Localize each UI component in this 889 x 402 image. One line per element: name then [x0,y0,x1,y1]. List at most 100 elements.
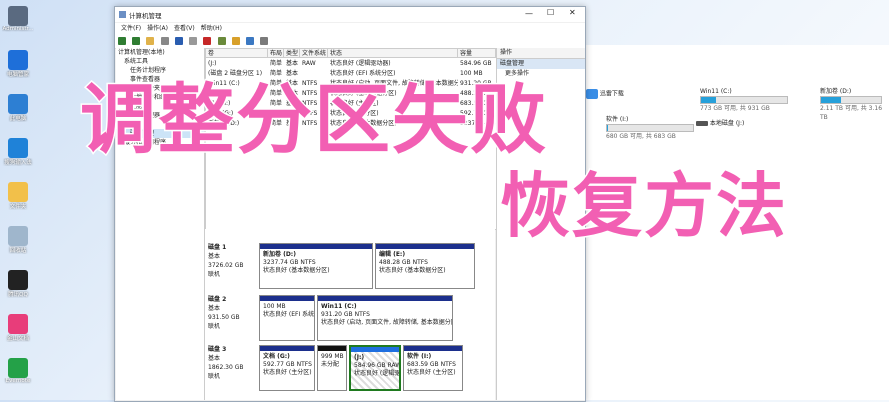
disk-label[interactable]: 磁盘 1 基本 3726.02 GB 联机 [208,243,256,279]
menu-item[interactable]: 文件(F) [121,23,141,34]
partition-size: 584.96 GB RAW [354,362,401,369]
desktop-icon-label: 文件夹 [9,204,27,210]
partition-status: 状态良好 (基本数据分区) [379,267,446,274]
disk-map: 磁盘 1 基本 3726.02 GB 联机 新加卷 (D:) 3237.74 GB NTF… [205,229,495,400]
column-header[interactable]: 布局 [268,49,284,58]
partition-status: 未分配 [321,361,340,368]
back-icon[interactable] [118,37,126,45]
partition-name: (J:) [354,354,365,361]
desktop-icon[interactable]: Administr... [2,6,34,32]
drive-xunlei[interactable]: 迅雷下载 [586,89,624,99]
desktop-icon-label: Administr... [2,26,34,32]
usage-bar [700,96,788,104]
disk-label[interactable]: 磁盘 3 基本 1862.30 GB 联机 [208,345,256,381]
disk-name: 磁盘 2 [208,296,227,303]
this-pc-icon [8,94,28,114]
usage-bar [820,96,882,104]
drive-label: 新加卷 (D:) [820,88,852,95]
refresh-icon[interactable] [246,37,255,45]
disk-type: 基本 [208,305,221,312]
disk-size: 931.50 GB [208,314,240,321]
partition-block[interactable]: 新加卷 (D:) 3237.74 GB NTFS 状态良好 (基本数据分区) [259,243,373,289]
partition-block[interactable]: Win11 (C:) 931.20 GB NTFS 状态良好 (启动, 页面文件, … [317,295,453,341]
disk-name: 磁盘 3 [208,346,227,353]
partition-size: 683.59 GB NTFS [407,361,456,368]
desktop-icon[interactable]: 此电脑 [2,94,34,122]
layout-icon[interactable] [260,37,269,45]
desktop-icon[interactable]: 搜狗输入法 [2,138,34,166]
column-header[interactable]: 文件系统 [300,49,328,58]
desktop-icon[interactable]: 金山文档 [2,314,34,342]
drive-label: Win11 (C:) [700,88,732,95]
partition-block[interactable]: 软件 (I:) 683.59 GB NTFS 状态良好 (主分区) [403,345,463,391]
recycle-bin-icon [8,226,28,246]
kdocs-icon [8,314,28,334]
drive-d[interactable]: 新加卷 (D:) 2.11 TB 可用, 共 3.16 TB [820,87,889,122]
folder-icon [8,182,28,202]
desktop-icon[interactable]: 文件夹 [2,182,34,210]
menu-item[interactable]: 查看(V) [174,23,195,34]
hdd-icon [696,121,708,126]
partition-status: 状态良好 (逻辑驱动 [354,370,401,377]
properties-icon[interactable] [160,37,169,45]
export-icon[interactable] [231,37,240,45]
desktop-icon-label: 此电脑 [9,116,27,122]
partition-size: 488.28 GB NTFS [379,259,428,266]
partition-status: 状态良好 (主分区) [263,369,312,376]
partition-block[interactable]: 100 MB 状态良好 (EFI 系统分 [259,295,315,341]
close-button[interactable]: ✕ [569,8,576,17]
app-icon [119,11,126,18]
column-header[interactable]: 类型 [284,49,300,58]
sogou-icon [8,138,28,158]
forward-icon[interactable] [132,37,141,45]
partition-block[interactable]: 文档 (G:) 592.77 GB NTFS 状态良好 (主分区) [259,345,315,391]
headline-line-1: 调整分区失败 [79,74,548,166]
checkmark-icon[interactable] [217,37,226,45]
desktop-icon[interactable]: 腾讯QQ [2,270,34,298]
help-icon[interactable] [174,37,183,45]
folder-up-icon[interactable] [146,37,155,45]
partition-size: 3237.74 GB NTFS [263,259,316,266]
desktop-icon[interactable]: Evernote [2,358,34,384]
partition-name: 软件 (I:) [407,353,432,360]
drive-c[interactable]: Win11 (C:) 773 GB 可用, 共 931 GB [700,87,788,113]
desktop-icon[interactable]: 回收站 [2,226,34,254]
partition-status: 状态良好 (启动, 页面文件, 故障转储, 基本数据分区) [321,319,453,326]
menu-bar: 文件(F) 操作(A) 查看(V) 帮助(H) [115,23,585,34]
desktop-icon-label: 电脑管家 [6,72,29,78]
view-icon[interactable] [189,37,198,45]
partition-bar [318,346,346,351]
delete-icon[interactable] [203,37,212,45]
disk-type: 基本 [208,253,221,260]
menu-item[interactable]: 帮助(H) [201,23,222,34]
maximize-button[interactable]: ☐ [547,8,554,17]
column-header[interactable]: 状态 [328,49,458,58]
column-header[interactable]: 卷 [206,49,268,58]
desktop-icon-label: 搜狗输入法 [4,160,32,166]
desktop-icon[interactable]: 电脑管家 [2,50,34,78]
partition-name: 编辑 (E:) [379,251,406,258]
partition-block[interactable]: 999 MB 未分配 [317,345,347,391]
user-folder-icon [8,6,28,26]
menu-item[interactable]: 操作(A) [147,23,168,34]
partition-name: 文档 (G:) [263,353,290,360]
drive-i[interactable]: 软件 (I:) 680 GB 可用, 共 683 GB [606,115,694,141]
drive-j[interactable]: 本地磁盘 (J:) [696,119,744,128]
headline-line-2: 恢复方法 [499,164,788,249]
desktop-icon-label: 金山文档 [6,336,29,342]
disk-status: 联机 [208,373,221,380]
drive-label: 本地磁盘 (J:) [709,120,745,127]
column-header[interactable]: 容量 [458,49,496,58]
disk-label[interactable]: 磁盘 2 基本 931.50 GB 联机 [208,295,256,331]
partition-block[interactable]: (J:)584.96 GB RAW状态良好 (逻辑驱动 [349,345,401,391]
partition-bar [260,244,372,249]
desktop-icon-label: 回收站 [9,248,27,254]
tree-item[interactable]: 计算机管理(本地) [116,48,204,57]
drive-label: 软件 (I:) [606,116,629,123]
partition-status: 状态良好 (主分区) [407,369,456,376]
desktop-icon-label: Evernote [5,378,31,384]
minimize-button[interactable]: — [525,9,533,18]
partition-bar [376,244,474,249]
usage-bar [606,124,694,132]
partition-block[interactable]: 编辑 (E:) 488.28 GB NTFS 状态良好 (基本数据分区) [375,243,475,289]
